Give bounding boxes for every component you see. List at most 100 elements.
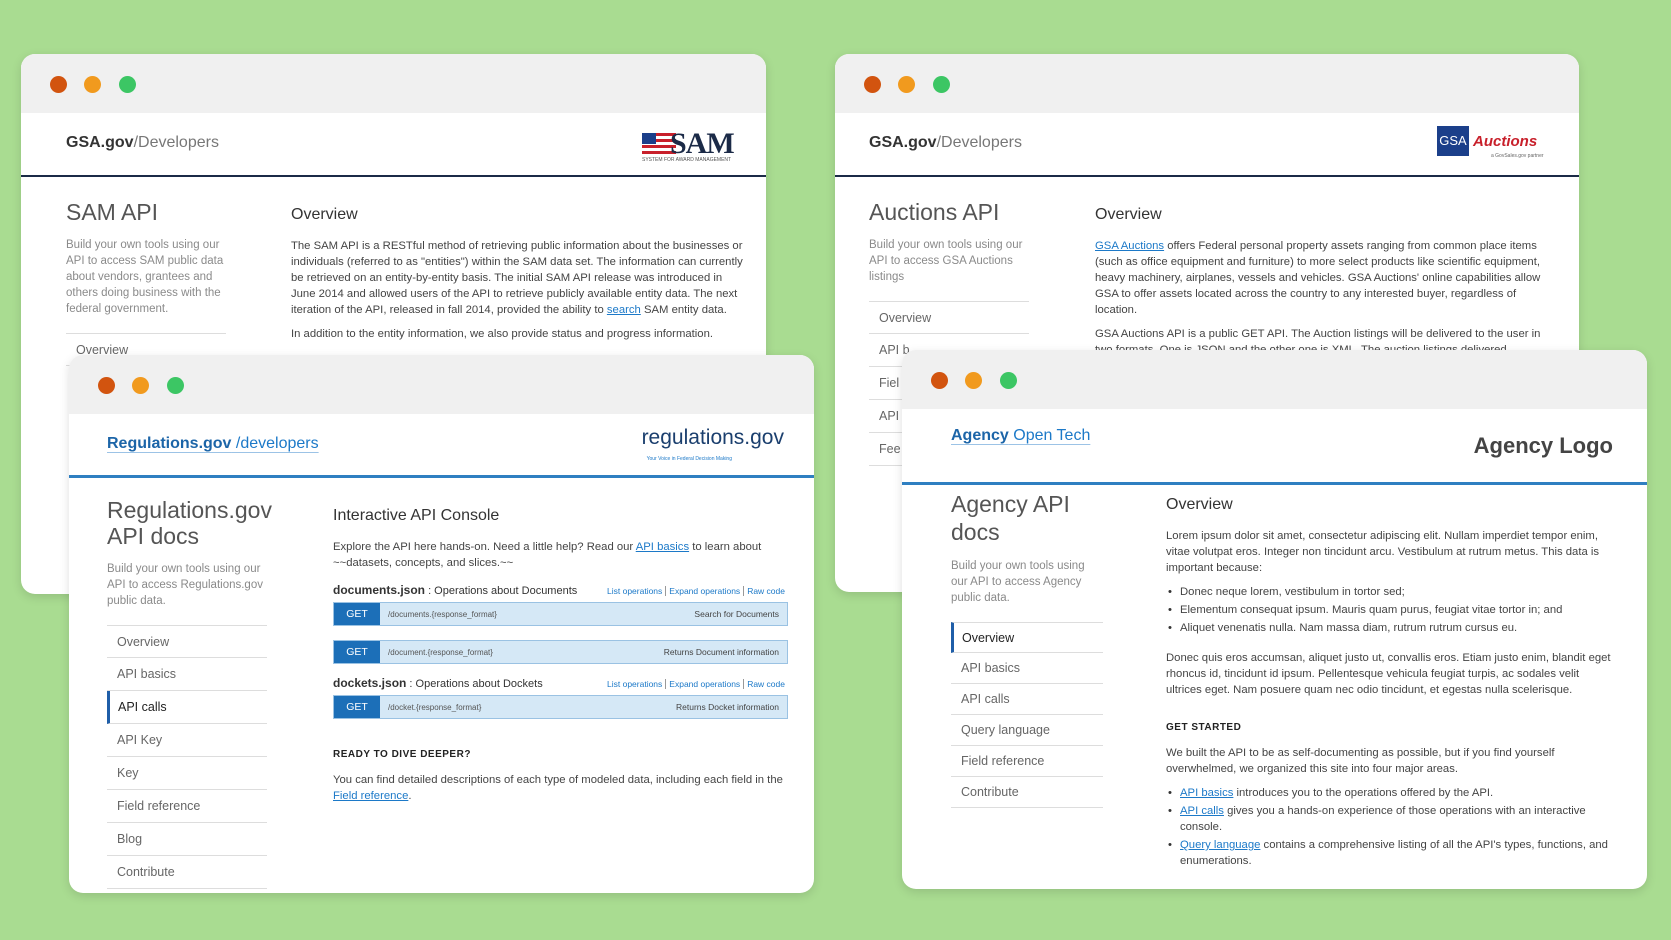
minimize-dot[interactable] (898, 76, 915, 93)
sidebar-item-blog[interactable]: Blog (107, 823, 267, 856)
minimize-dot[interactable] (84, 76, 101, 93)
main-content: Overview Lorem ipsum dolor sit amet, con… (1166, 496, 1611, 877)
page-title: SAM API (66, 199, 159, 225)
site-name[interactable]: Regulations.gov /developers (107, 435, 319, 453)
field-reference-link[interactable]: Field reference (333, 790, 408, 802)
sidebar-item-contribute[interactable]: Contribute (107, 856, 267, 889)
sidebar-item-api-calls[interactable]: API calls (107, 691, 267, 724)
endpoint-path: /documents.{response_format} (388, 609, 497, 619)
get-method-badge: GET (334, 641, 380, 663)
page-title: Agency API docs (951, 491, 1070, 545)
intro-text: Build your own tools using our API to ac… (951, 560, 1085, 604)
site-name[interactable]: GSA.gov/Developers (66, 134, 219, 152)
maximize-dot[interactable] (1000, 372, 1017, 389)
endpoint-row[interactable]: GET /documents.{response_format} Search … (333, 602, 788, 626)
subheading: READY TO DIVE DEEPER? (333, 749, 471, 760)
list-item: Aliquet venenatis nulla. Nam massa diam,… (1166, 620, 1611, 636)
paragraph: You can find detailed descriptions of ea… (333, 774, 783, 802)
close-dot[interactable] (864, 76, 881, 93)
auctions-wordmark: Auctions (1473, 133, 1538, 150)
sidebar-item-query-language[interactable]: Query language (951, 715, 1103, 746)
gsa-auctions-link[interactable]: GSA Auctions (1095, 240, 1164, 252)
main-content: Interactive API Console Explore the API … (333, 507, 788, 812)
main-content: Overview The SAM API is a RESTful method… (291, 206, 746, 350)
expand-operations-link[interactable]: Expand operations (665, 586, 744, 596)
paragraph: Donec quis eros accumsan, aliquet justo … (1166, 652, 1611, 696)
sidebar-item-field-reference[interactable]: Field reference (951, 746, 1103, 777)
query-language-link[interactable]: Query language (1180, 839, 1260, 851)
section-heading: Overview (1166, 496, 1233, 513)
regulations-logo: regulations.gov Your Voice in Federal De… (634, 426, 784, 466)
endpoint-description: Search for Documents (694, 609, 779, 619)
close-dot[interactable] (98, 377, 115, 394)
api-basics-link[interactable]: API basics (1180, 787, 1233, 799)
sidebar-item-field-reference[interactable]: Field reference (107, 790, 267, 823)
subheading: GET STARTED (1166, 722, 1242, 733)
sidebar-item-api-key[interactable]: API Key (107, 724, 267, 757)
raw-code-link[interactable]: Raw code (743, 586, 788, 596)
paragraph: The SAM API is a RESTful method of retri… (291, 240, 743, 316)
close-dot[interactable] (50, 76, 67, 93)
link-list: API basics introduces you to the operati… (1166, 785, 1611, 869)
sidebar-item-api-basics[interactable]: API basics (107, 658, 267, 691)
site-header: Agency Open Tech Agency Logo (902, 409, 1647, 485)
raw-code-link[interactable]: Raw code (743, 679, 788, 689)
endpoint-group-dockets: dockets.json : Operations about Dockets … (333, 676, 788, 719)
regulations-logo-text: regulations.gov (641, 426, 784, 449)
section-heading: Overview (291, 206, 358, 223)
sam-logo-text: SAM (670, 127, 735, 160)
site-name[interactable]: Agency Open Tech (951, 427, 1090, 445)
sidebar: SAM API Build your own tools using our A… (66, 199, 226, 366)
endpoint-path: /docket.{response_format} (388, 702, 482, 712)
sam-logo-subtitle: SYSTEM FOR AWARD MANAGEMENT (642, 157, 732, 163)
intro-text: Build your own tools using our API to ac… (107, 563, 263, 607)
minimize-dot[interactable] (132, 377, 149, 394)
paragraph: Lorem ipsum dolor sit amet, consectetur … (1166, 530, 1600, 574)
sidebar: Agency API docs Build your own tools usi… (951, 490, 1103, 808)
minimize-dot[interactable] (965, 372, 982, 389)
sidebar-item-api-calls[interactable]: API calls (951, 684, 1103, 715)
sidebar-item-overview[interactable]: Overview (951, 622, 1103, 653)
sidebar-item-key[interactable]: Key (107, 757, 267, 790)
site-name[interactable]: GSA.gov/Developers (869, 134, 1022, 152)
window-chrome (21, 54, 766, 113)
endpoint-row[interactable]: GET /document.{response_format} Returns … (333, 640, 788, 664)
sidebar-item-api-basics[interactable]: API basics (951, 653, 1103, 684)
window-chrome (902, 350, 1647, 409)
paragraph: We built the API to be as self-documenti… (1166, 747, 1555, 775)
close-dot[interactable] (931, 372, 948, 389)
intro-text: Build your own tools using our API to ac… (869, 239, 1023, 283)
endpoint-group-name: documents.json (333, 583, 426, 597)
endpoint-description: Returns Docket information (676, 702, 779, 712)
api-basics-link[interactable]: API basics (636, 541, 689, 553)
sidebar-item-contribute[interactable]: Contribute (951, 777, 1103, 808)
endpoint-description: Returns Document information (663, 647, 779, 657)
sidebar-item-overview[interactable]: Overview (869, 301, 1029, 334)
list-operations-link[interactable]: List operations (604, 586, 665, 596)
main-content: Overview GSA Auctions offers Federal per… (1095, 206, 1550, 366)
api-calls-link[interactable]: API calls (1180, 805, 1224, 817)
list-item: API calls gives you a hands-on experienc… (1166, 803, 1611, 835)
maximize-dot[interactable] (119, 76, 136, 93)
list-item: Elementum consequat ipsum. Mauris quam p… (1166, 602, 1611, 618)
auctions-logo-subtitle: a GovSales.gov partner (1491, 153, 1544, 159)
regulations-window: Regulations.gov /developers regulations.… (69, 355, 814, 893)
window-chrome (69, 355, 814, 414)
list-item: Query language contains a comprehensive … (1166, 837, 1611, 869)
agency-logo: Agency Logo (1473, 433, 1613, 458)
paragraph: GSA Auctions offers Federal personal pro… (1095, 240, 1541, 316)
endpoint-path: /document.{response_format} (388, 647, 493, 657)
page-title: Regulations.gov API docs (107, 497, 272, 549)
intro-text: Build your own tools using our API to ac… (66, 239, 224, 315)
endpoint-group-documents: documents.json : Operations about Docume… (333, 583, 788, 664)
sidebar-nav: Overview API basics API calls Query lang… (951, 622, 1103, 808)
list-item: API basics introduces you to the operati… (1166, 785, 1611, 801)
sidebar-item-overview[interactable]: Overview (107, 625, 267, 658)
expand-operations-link[interactable]: Expand operations (665, 679, 744, 689)
maximize-dot[interactable] (933, 76, 950, 93)
maximize-dot[interactable] (167, 377, 184, 394)
endpoint-row[interactable]: GET /docket.{response_format} Returns Do… (333, 695, 788, 719)
search-link[interactable]: search (607, 304, 641, 316)
list-operations-link[interactable]: List operations (604, 679, 665, 689)
agency-window: Agency Open Tech Agency Logo Agency API … (902, 350, 1647, 889)
